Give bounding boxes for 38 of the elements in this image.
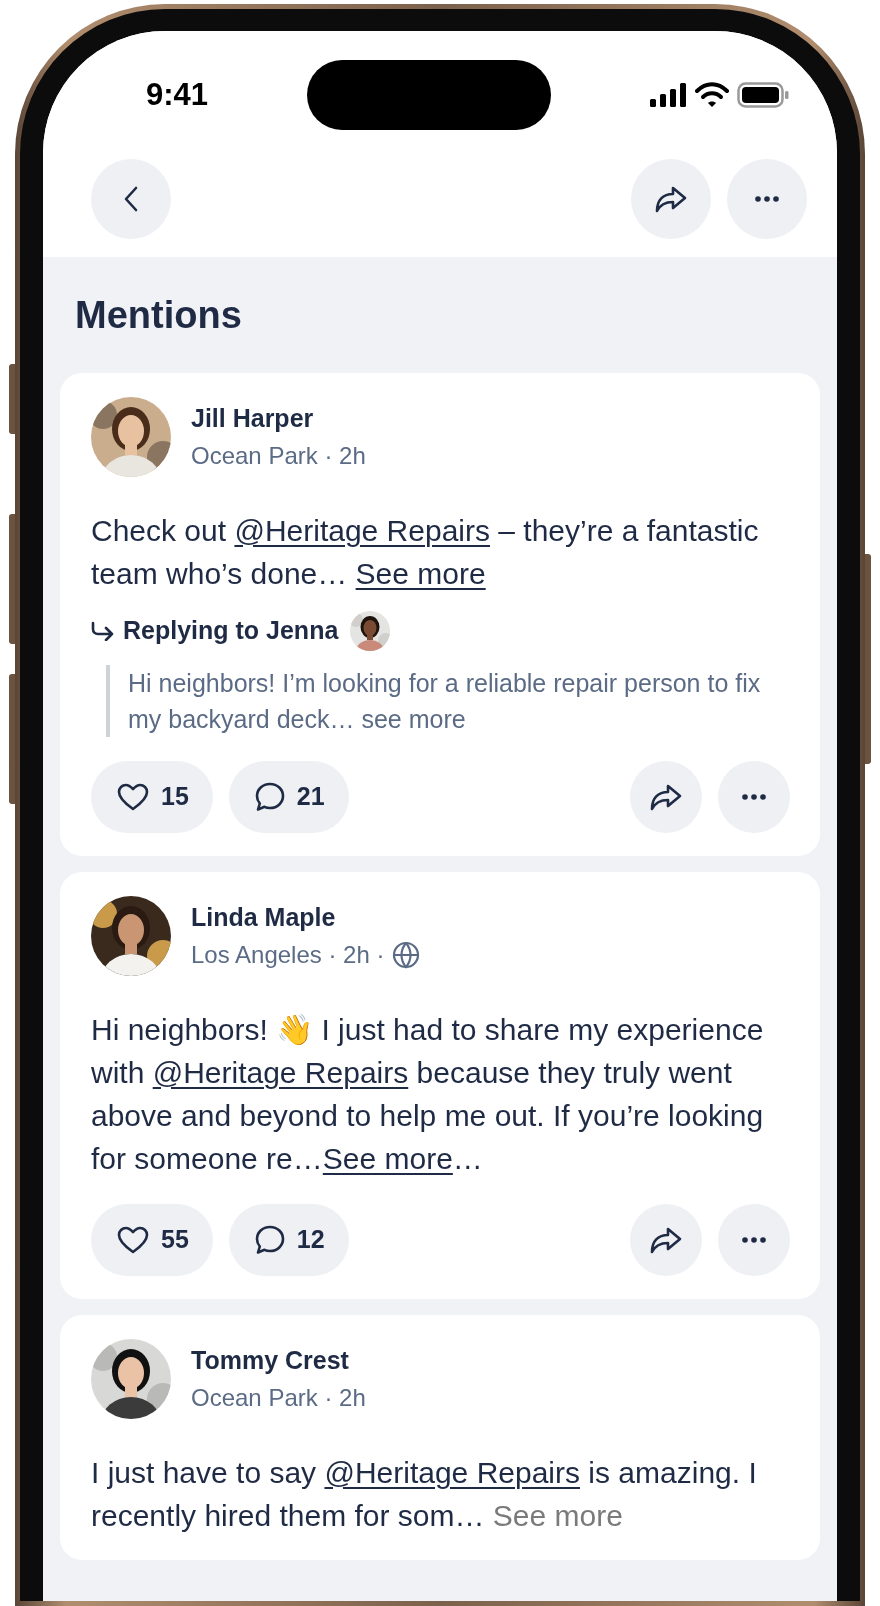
see-more-link[interactable]: See more xyxy=(322,1141,453,1175)
author-name[interactable]: Tommy Crest xyxy=(191,1344,366,1375)
author-name[interactable]: Jill Harper xyxy=(191,402,366,433)
comment-button[interactable]: 21 xyxy=(228,760,349,833)
comment-icon xyxy=(254,1224,285,1255)
comment-button[interactable]: 12 xyxy=(228,1203,349,1276)
mention-link[interactable]: @Heritage Repairs xyxy=(234,513,490,547)
post-meta: Ocean Park · 2h xyxy=(191,1382,366,1413)
page-title: Mentions xyxy=(75,293,243,338)
author-name[interactable]: Linda Maple xyxy=(191,901,421,932)
wifi-icon xyxy=(695,82,729,108)
post-text: I just have to say @Heritage Repairs is amazing. I recently hired them for som… See more xyxy=(91,1454,758,1534)
replying-to-label: Replying to Jenna xyxy=(123,614,339,646)
heart-icon xyxy=(117,1225,149,1254)
battery-icon xyxy=(737,82,789,108)
quoted-post-text: Hi neighbors! I’m looking for a reliable repair person to fix my backyard deck… see more xyxy=(106,664,790,737)
post-meta: Los Angeles · 2h · xyxy=(191,939,385,970)
more-icon xyxy=(742,1236,766,1243)
heart-icon xyxy=(117,782,149,811)
post-text: Hi neighbors! 👋 I just had to share my experience with @Heritage Repairs because they truly went above and beyond to help me out. If you’re looking for someone re…See more… xyxy=(91,1011,765,1177)
comment-icon xyxy=(254,781,285,812)
share-icon xyxy=(655,185,687,213)
back-icon xyxy=(124,186,138,212)
see-more-link[interactable]: See more xyxy=(355,556,486,590)
more-icon xyxy=(742,793,766,800)
status-time: 9:41 xyxy=(146,75,209,114)
post-text: Check out @Heritage Repairs – they’re a fantastic team who’s done… See more xyxy=(91,512,760,592)
like-button[interactable]: 15 xyxy=(91,760,213,833)
signal-icon xyxy=(649,83,687,107)
mention-link[interactable]: @Heritage Repairs xyxy=(324,1455,580,1489)
share-icon xyxy=(650,782,682,811)
post-meta: Ocean Park · 2h xyxy=(191,440,366,471)
see-more-link[interactable]: See more xyxy=(492,1498,623,1532)
like-button[interactable]: 55 xyxy=(91,1203,213,1276)
mention-link[interactable]: @Heritage Repairs xyxy=(152,1055,409,1089)
reply-arrow-icon xyxy=(91,620,115,641)
more-icon xyxy=(755,196,779,202)
share-icon xyxy=(650,1225,682,1254)
